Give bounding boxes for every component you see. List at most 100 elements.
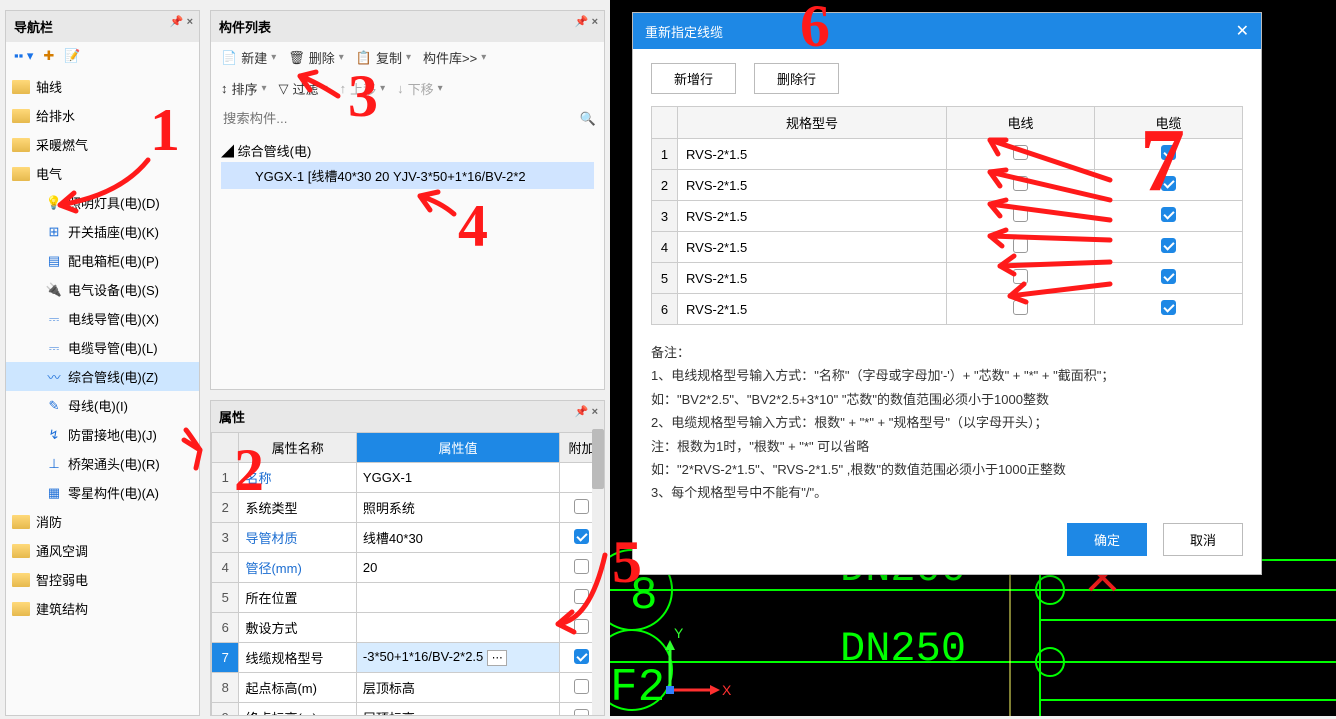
nav-item[interactable]: ⎓电线导管(电)(X) [6, 304, 199, 333]
nav-item[interactable]: ⊞开关插座(电)(K) [6, 217, 199, 246]
cable-col-cable[interactable]: 电缆 [1094, 107, 1242, 139]
checkbox[interactable] [1013, 145, 1028, 160]
checkbox[interactable] [1013, 207, 1028, 222]
checkbox[interactable] [574, 559, 589, 574]
nav-group-通风空调[interactable]: 通风空调 [6, 536, 199, 565]
cable-spec[interactable]: RVS-2*1.5 [678, 263, 947, 294]
cable-col-spec[interactable]: 规格型号 [678, 107, 947, 139]
cable-cable-check[interactable] [1094, 139, 1242, 170]
prop-value[interactable]: -3*50+1*16/BV-2*2.5⋯ [356, 643, 559, 673]
prop-value[interactable]: 照明系统 [356, 493, 559, 523]
property-row[interactable]: 3导管材质线槽40*30 [212, 523, 604, 553]
cable-cable-check[interactable] [1094, 201, 1242, 232]
cable-spec[interactable]: RVS-2*1.5 [678, 294, 947, 325]
cable-wire-check[interactable] [947, 263, 1095, 294]
checkbox[interactable] [574, 619, 589, 634]
ok-button[interactable]: 确定 [1067, 523, 1147, 556]
ellipsis-button[interactable]: ⋯ [487, 650, 507, 666]
checkbox[interactable] [1013, 238, 1028, 253]
cable-spec[interactable]: RVS-2*1.5 [678, 201, 947, 232]
cancel-button[interactable]: 取消 [1163, 523, 1243, 556]
pin-icon[interactable]: 📌 × [170, 15, 193, 28]
comp-tree-item[interactable]: YGGX-1 [线槽40*30 20 YJV-3*50+1*16/BV-2*2 [221, 162, 594, 189]
prop-value[interactable]: YGGX-1 [356, 463, 559, 493]
property-row[interactable]: 1名称YGGX-1 [212, 463, 604, 493]
nav-group-建筑结构[interactable]: 建筑结构 [6, 594, 199, 623]
checkbox[interactable] [1161, 145, 1176, 160]
cable-wire-check[interactable] [947, 170, 1095, 201]
cable-wire-check[interactable] [947, 201, 1095, 232]
property-row[interactable]: 9终点标高(m)层顶标高 [212, 703, 604, 717]
nav-tool-add[interactable]: ✚ [43, 48, 54, 64]
cable-row[interactable]: 1RVS-2*1.5 [652, 139, 1243, 170]
nav-tool-edit[interactable]: 📝 [64, 48, 80, 64]
cable-spec[interactable]: RVS-2*1.5 [678, 139, 947, 170]
nav-group-给排水[interactable]: 给排水 [6, 101, 199, 130]
nav-group-消防[interactable]: 消防 [6, 507, 199, 536]
property-row[interactable]: 7线缆规格型号-3*50+1*16/BV-2*2.5⋯ [212, 643, 604, 673]
pin-icon[interactable]: 📌 × [575, 15, 598, 28]
checkbox[interactable] [1161, 269, 1176, 284]
toolbar-button[interactable]: 📋复制 ▾ [356, 48, 411, 67]
checkbox[interactable] [1161, 238, 1176, 253]
prop-value[interactable]: 线槽40*30 [356, 523, 559, 553]
checkbox[interactable] [574, 589, 589, 604]
prop-scrollbar[interactable] [592, 429, 604, 715]
property-row[interactable]: 8起点标高(m)层顶标高 [212, 673, 604, 703]
property-row[interactable]: 6敷设方式 [212, 613, 604, 643]
nav-group-智控弱电[interactable]: 智控弱电 [6, 565, 199, 594]
nav-item[interactable]: 〰综合管线(电)(Z) [6, 362, 199, 391]
property-row[interactable]: 4管径(mm)20 [212, 553, 604, 583]
cable-spec[interactable]: RVS-2*1.5 [678, 232, 947, 263]
scrollbar-thumb[interactable] [592, 429, 604, 489]
nav-group-轴线[interactable]: 轴线 [6, 72, 199, 101]
cable-row[interactable]: 4RVS-2*1.5 [652, 232, 1243, 263]
nav-item[interactable]: 🔌电气设备(电)(S) [6, 275, 199, 304]
toolbar-button[interactable]: 🗑删除 ▾ [288, 48, 344, 67]
cable-wire-check[interactable] [947, 139, 1095, 170]
property-row[interactable]: 2系统类型照明系统 [212, 493, 604, 523]
checkbox[interactable] [1161, 300, 1176, 315]
prop-value[interactable]: 层顶标高 [356, 673, 559, 703]
toolbar-button[interactable]: 构件库>> ▾ [423, 48, 486, 67]
pin-icon[interactable]: 📌 × [575, 405, 598, 418]
checkbox[interactable] [574, 529, 589, 544]
nav-tool-collapse[interactable]: ▪▪ ▾ [14, 48, 33, 64]
prop-value[interactable] [356, 583, 559, 613]
prop-value[interactable]: 20 [356, 553, 559, 583]
cable-cable-check[interactable] [1094, 294, 1242, 325]
cable-cable-check[interactable] [1094, 263, 1242, 294]
checkbox[interactable] [1161, 207, 1176, 222]
nav-item[interactable]: ⎓电缆导管(电)(L) [6, 333, 199, 362]
checkbox[interactable] [1013, 269, 1028, 284]
nav-item[interactable]: ⊥桥架通头(电)(R) [6, 449, 199, 478]
checkbox[interactable] [1013, 176, 1028, 191]
checkbox[interactable] [574, 649, 589, 664]
prop-col-value[interactable]: 属性值 [356, 433, 559, 463]
close-icon[interactable]: ✕ [1236, 21, 1249, 41]
prop-col-name[interactable]: 属性名称 [239, 433, 356, 463]
cable-wire-check[interactable] [947, 232, 1095, 263]
nav-group-采暖燃气[interactable]: 采暖燃气 [6, 130, 199, 159]
cable-col-wire[interactable]: 电线 [947, 107, 1095, 139]
checkbox[interactable] [574, 679, 589, 694]
delete-row-button[interactable]: 删除行 [754, 63, 839, 94]
nav-group-电气[interactable]: 电气 [6, 159, 199, 188]
toolbar-button[interactable]: ▽过滤 ▾ [279, 79, 328, 98]
cable-row[interactable]: 3RVS-2*1.5 [652, 201, 1243, 232]
cable-cable-check[interactable] [1094, 170, 1242, 201]
nav-item[interactable]: 💡照明灯具(电)(D) [6, 188, 199, 217]
dialog-titlebar[interactable]: 重新指定线缆 ✕ [633, 13, 1261, 49]
toolbar-button[interactable]: 📄新建 ▾ [221, 48, 276, 67]
nav-item[interactable]: ✎母线(电)(I) [6, 391, 199, 420]
property-row[interactable]: 5所在位置 [212, 583, 604, 613]
checkbox[interactable] [574, 709, 589, 717]
nav-item[interactable]: ▦零星构件(电)(A) [6, 478, 199, 507]
nav-item[interactable]: ↯防雷接地(电)(J) [6, 420, 199, 449]
checkbox[interactable] [574, 499, 589, 514]
cable-row[interactable]: 6RVS-2*1.5 [652, 294, 1243, 325]
comp-tree-group[interactable]: ◢ 综合管线(电) [221, 139, 594, 162]
cable-wire-check[interactable] [947, 294, 1095, 325]
search-icon[interactable]: 🔍 [580, 111, 596, 127]
cable-row[interactable]: 2RVS-2*1.5 [652, 170, 1243, 201]
